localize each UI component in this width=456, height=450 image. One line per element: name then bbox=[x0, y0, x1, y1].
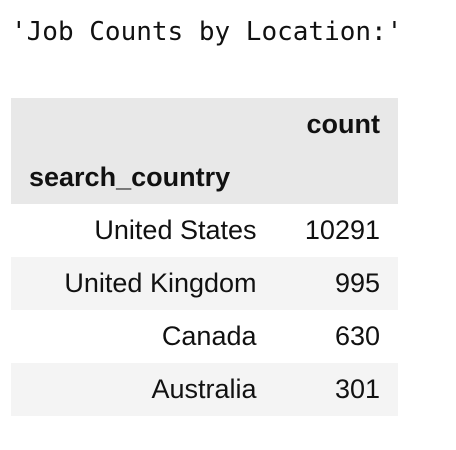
row-count-value: 301 bbox=[334, 374, 380, 404]
column-header-count: count bbox=[306, 109, 381, 139]
table-row: Canada 630 bbox=[11, 310, 398, 363]
column-header-row: count bbox=[11, 98, 398, 151]
row-index-label: Canada bbox=[161, 321, 257, 351]
index-name-row: search_country bbox=[11, 151, 398, 204]
index-corner-cell bbox=[11, 98, 275, 151]
row-index-label: United Kingdom bbox=[64, 268, 257, 298]
table-row: Australia 301 bbox=[11, 363, 398, 416]
table-row: United States 10291 bbox=[11, 204, 398, 257]
table-row: United Kingdom 995 bbox=[11, 257, 398, 310]
table-header: count search_country bbox=[11, 98, 398, 204]
row-index-label: United States bbox=[94, 215, 257, 245]
row-count-value: 995 bbox=[334, 268, 380, 298]
row-count-value: 10291 bbox=[304, 215, 380, 245]
row-count-value: 630 bbox=[334, 321, 380, 351]
table-body: United States 10291 United Kingdom 995 C… bbox=[11, 204, 398, 416]
index-name-empty-cell bbox=[275, 151, 398, 204]
output-text: 'Job Counts by Location:' bbox=[11, 17, 403, 47]
index-name-label: search_country bbox=[29, 162, 231, 192]
dataframe-table: count search_country United States 10291… bbox=[11, 98, 398, 416]
row-index-label: Australia bbox=[151, 374, 257, 404]
